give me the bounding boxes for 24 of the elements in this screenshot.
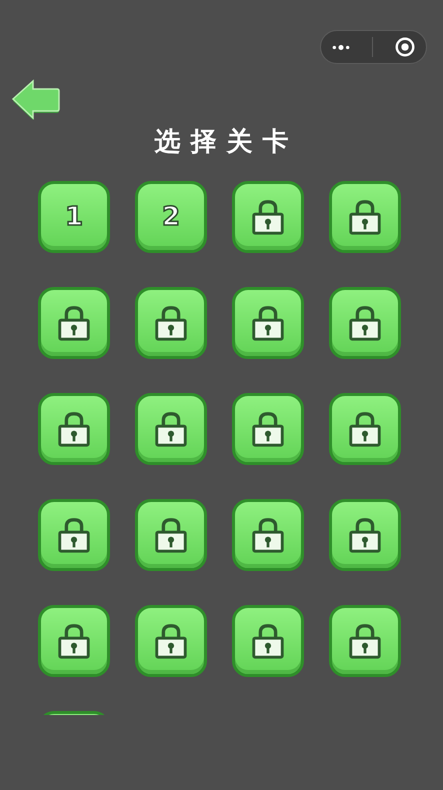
locked-level-button[interactable]: [135, 287, 207, 359]
level-button[interactable]: 1: [38, 181, 110, 253]
locked-level-button[interactable]: [232, 499, 304, 571]
locked-level-button[interactable]: [329, 605, 401, 677]
locked-level-button[interactable]: [38, 287, 110, 359]
back-arrow-icon[interactable]: [11, 78, 61, 120]
page-title: 选择关卡: [154, 126, 300, 159]
locked-level-button[interactable]: [38, 605, 110, 677]
locked-level-button[interactable]: [135, 499, 207, 571]
locked-level-button[interactable]: [38, 393, 110, 465]
locked-level-button[interactable]: [329, 499, 401, 571]
level-button[interactable]: 2: [135, 181, 207, 253]
locked-level-button[interactable]: [38, 499, 110, 571]
locked-level-button[interactable]: [135, 605, 207, 677]
close-icon[interactable]: [394, 36, 416, 58]
locked-level-button[interactable]: [232, 287, 304, 359]
locked-level-button[interactable]: [135, 393, 207, 465]
locked-level-button[interactable]: [329, 287, 401, 359]
locked-level-button[interactable]: [329, 393, 401, 465]
locked-level-button[interactable]: [232, 181, 304, 253]
locked-level-button[interactable]: [232, 605, 304, 677]
more-icon[interactable]: [331, 44, 352, 50]
locked-level-button[interactable]: [329, 181, 401, 253]
locked-level-button[interactable]: [232, 393, 304, 465]
